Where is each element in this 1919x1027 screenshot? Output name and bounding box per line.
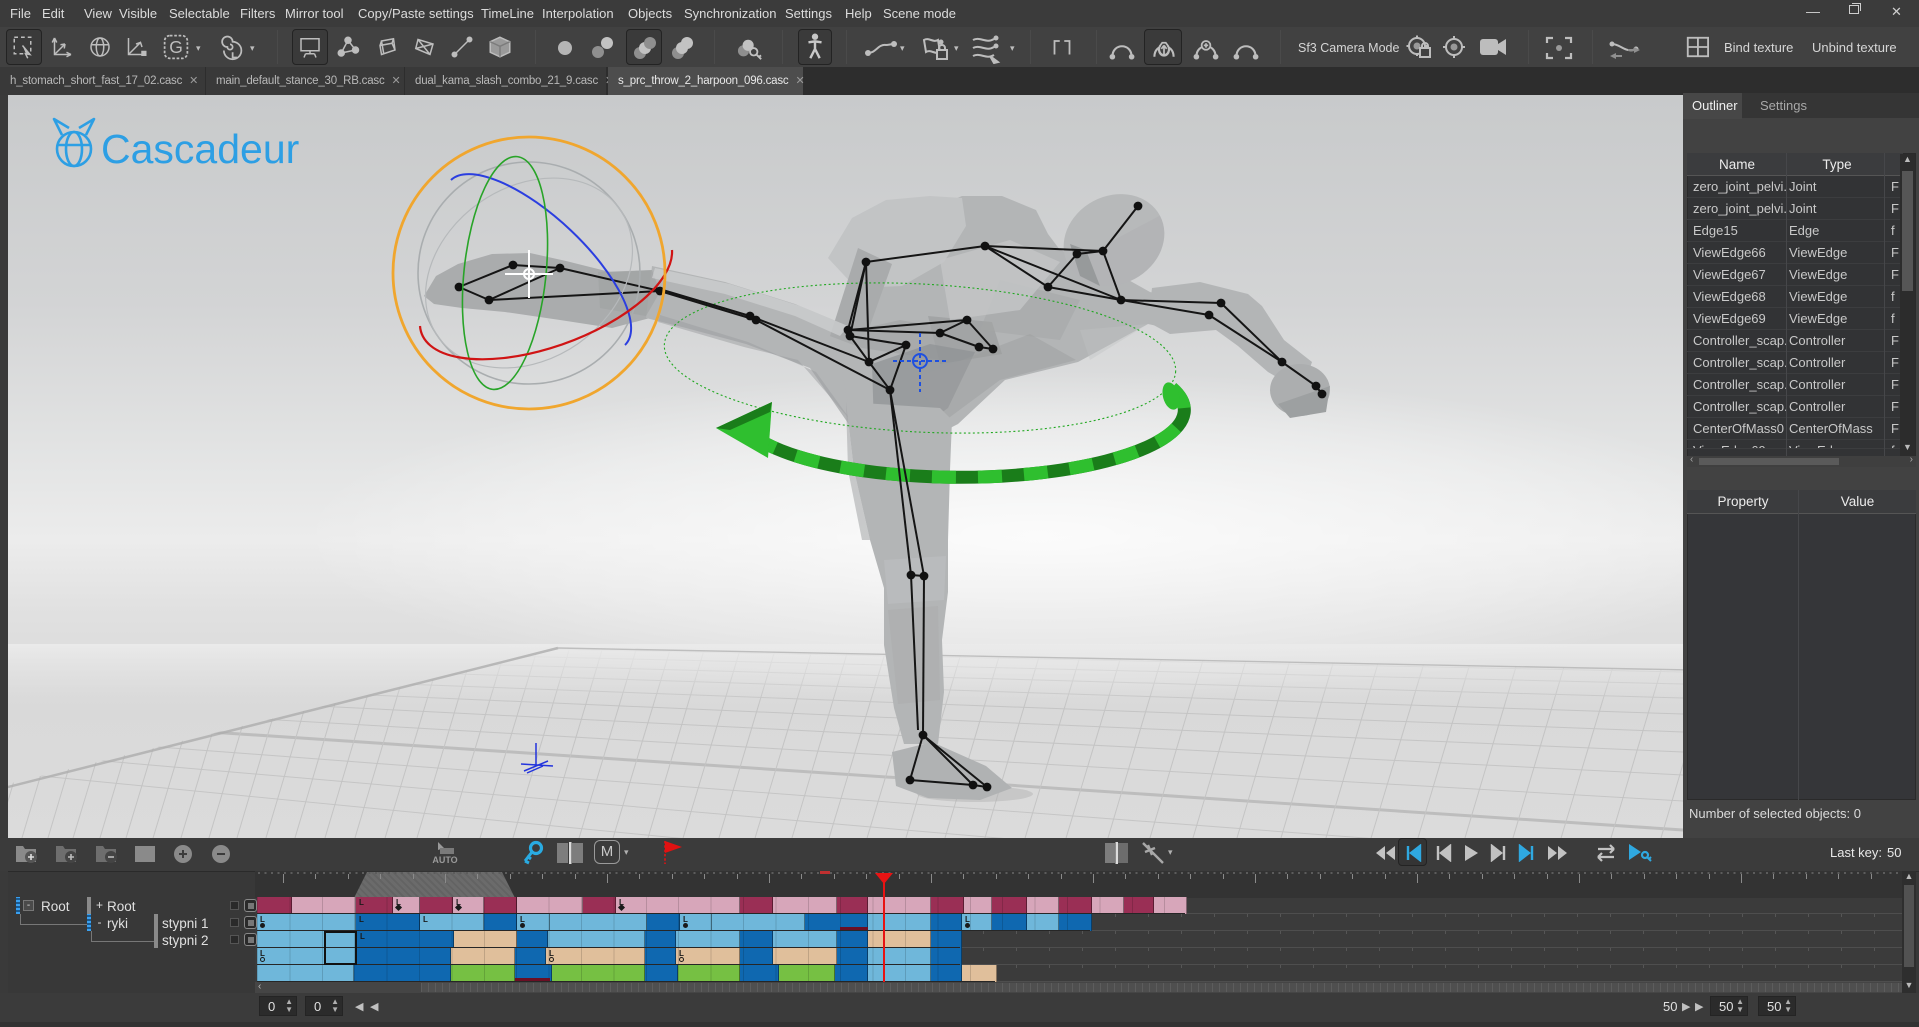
svg-text:Cascadeur: Cascadeur	[101, 126, 299, 172]
svg-text:AUTO: AUTO	[432, 855, 457, 865]
svg-text:G: G	[169, 37, 183, 57]
